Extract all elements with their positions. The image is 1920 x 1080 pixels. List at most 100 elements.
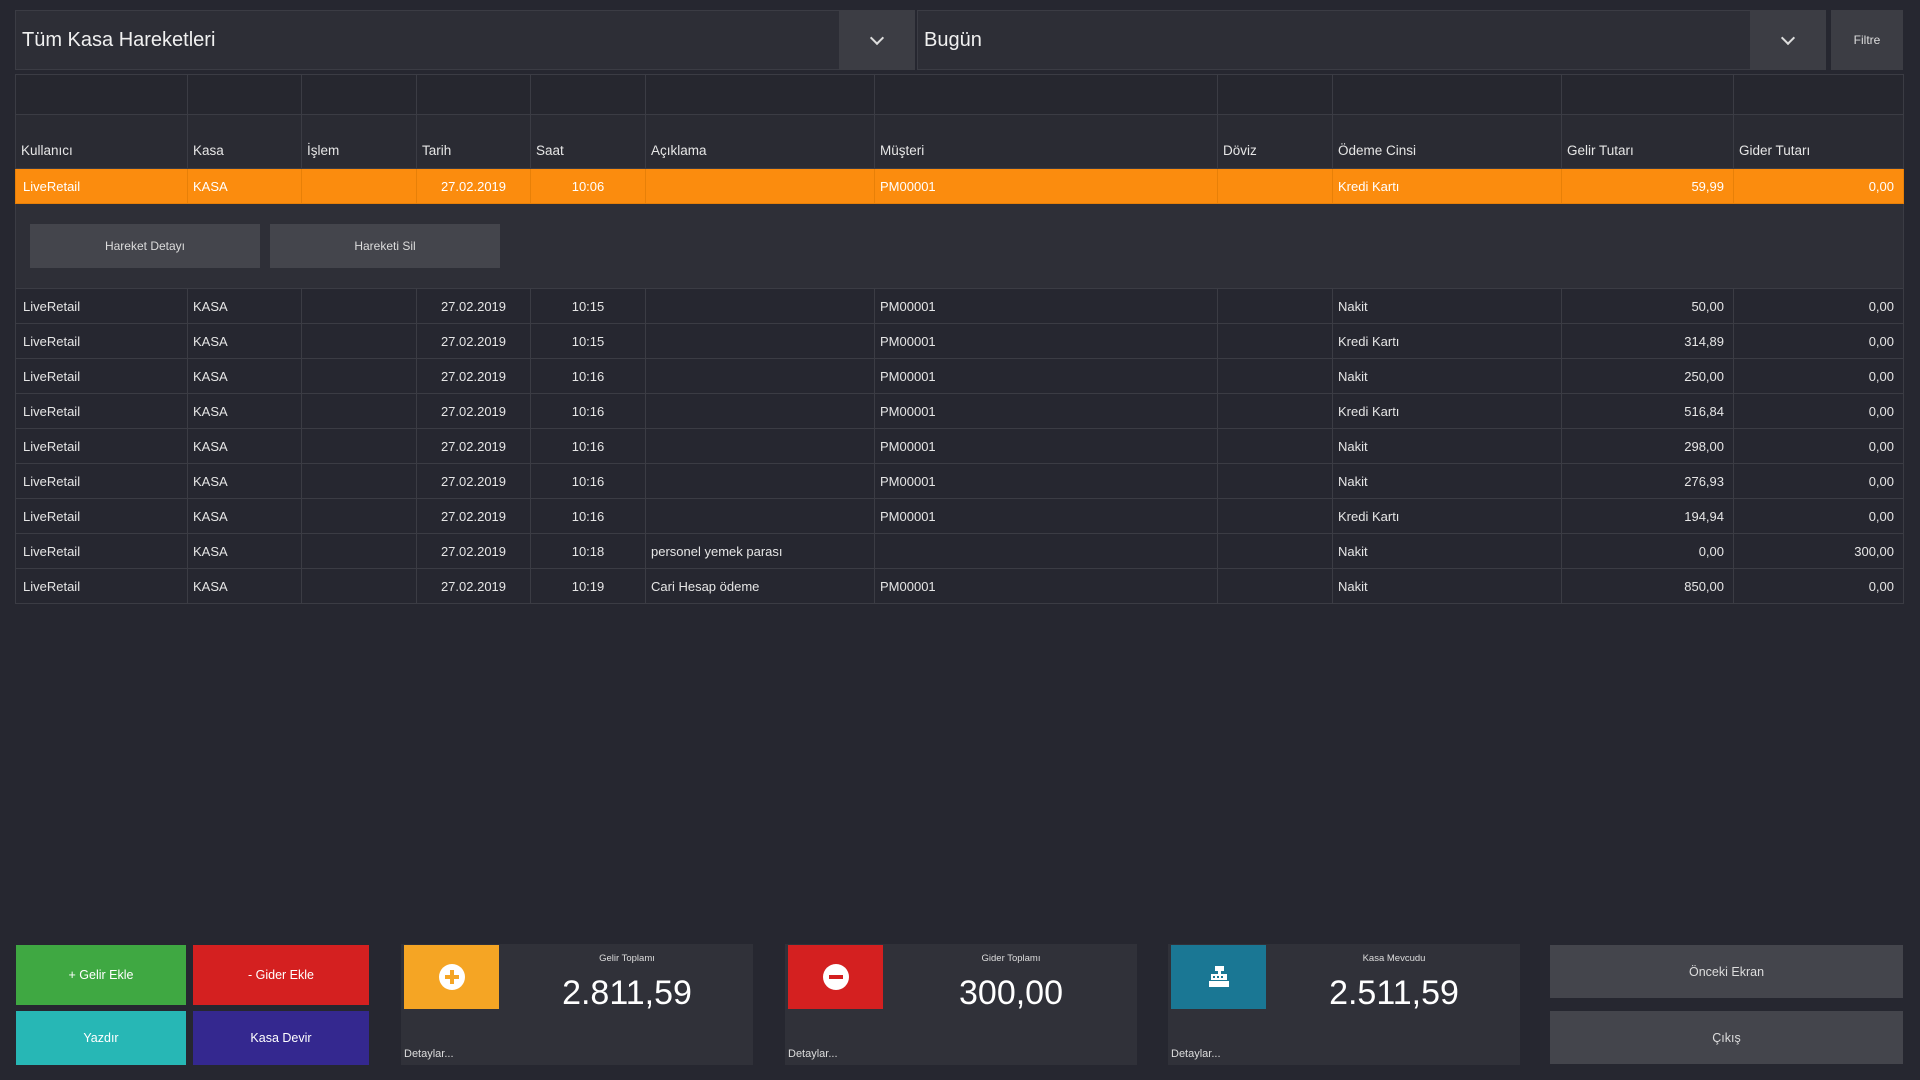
filter-button[interactable]: Filtre <box>1831 10 1903 70</box>
cell-currency <box>1217 533 1333 569</box>
filter-cell[interactable] <box>530 74 646 115</box>
cell-register: KASA <box>187 323 302 359</box>
cell-expense: 0,00 <box>1733 168 1904 204</box>
cell-operation <box>301 288 417 324</box>
cell-user: LiveRetail <box>15 393 188 429</box>
cell-customer <box>874 533 1218 569</box>
cell-expense: 0,00 <box>1733 463 1904 499</box>
filter-cell[interactable] <box>187 74 302 115</box>
cell-date: 27.02.2019 <box>416 393 531 429</box>
cell-payment-type: Nakit <box>1332 533 1562 569</box>
cell-time: 10:16 <box>530 498 646 534</box>
table-row-selected[interactable]: LiveRetail KASA 27.02.2019 10:06 PM00001 Kred… <box>15 168 1904 204</box>
movement-type-select[interactable]: Tüm Kasa Hareketleri <box>15 10 915 70</box>
cell-currency <box>1217 568 1333 604</box>
cell-payment-type: Kredi Kartı <box>1332 393 1562 429</box>
cell-customer: PM00001 <box>874 428 1218 464</box>
balance-details-link[interactable]: Detaylar... <box>1171 1048 1221 1060</box>
table-row[interactable]: LiveRetail KASA 27.02.2019 10:16 PM00001 Naki… <box>15 463 1904 499</box>
column-header-description[interactable]: Açıklama <box>645 114 875 169</box>
cell-customer: PM00001 <box>874 568 1218 604</box>
column-header-time[interactable]: Saat <box>530 114 646 169</box>
column-header-operation[interactable]: İşlem <box>301 114 417 169</box>
movement-type-dropdown-button[interactable] <box>839 10 915 70</box>
column-header-currency[interactable]: Döviz <box>1217 114 1333 169</box>
cell-date: 27.02.2019 <box>416 168 531 204</box>
table-row[interactable]: LiveRetail KASA 27.02.2019 10:16 PM00001 Kred… <box>15 393 1904 429</box>
previous-screen-button[interactable]: Önceki Ekran <box>1550 945 1903 998</box>
filter-cell[interactable] <box>1733 74 1904 115</box>
column-filter-row <box>15 74 1904 115</box>
cell-description <box>645 323 875 359</box>
cell-date: 27.02.2019 <box>416 288 531 324</box>
cell-time: 10:16 <box>530 463 646 499</box>
column-header-customer[interactable]: Müşteri <box>874 114 1218 169</box>
add-income-button[interactable]: + Gelir Ekle <box>16 945 186 1005</box>
cell-operation <box>301 498 417 534</box>
exit-button[interactable]: Çıkış <box>1550 1011 1903 1064</box>
period-select[interactable]: Bugün <box>917 10 1826 70</box>
column-header-income[interactable]: Gelir Tutarı <box>1561 114 1734 169</box>
period-value: Bugün <box>924 29 982 51</box>
cell-time: 10:16 <box>530 428 646 464</box>
movement-detail-button[interactable]: Hareket Detayı <box>30 224 260 268</box>
cell-customer: PM00001 <box>874 323 1218 359</box>
table-row[interactable]: LiveRetail KASA 27.02.2019 10:19 Cari Hesap … <box>15 568 1904 604</box>
movement-type-value: Tüm Kasa Hareketleri <box>22 29 216 51</box>
cell-currency <box>1217 393 1333 429</box>
filter-cell[interactable] <box>416 74 531 115</box>
cell-currency <box>1217 288 1333 324</box>
cell-expense: 0,00 <box>1733 358 1904 394</box>
table-row[interactable]: LiveRetail KASA 27.02.2019 10:15 PM00001 Kred… <box>15 323 1904 359</box>
bottom-panel: + Gelir Ekle - Gider Ekle Yazdır Kasa De… <box>0 944 1920 1074</box>
plus-circle-icon <box>438 964 465 990</box>
cell-income: 314,89 <box>1561 323 1734 359</box>
cell-payment-type: Nakit <box>1332 568 1562 604</box>
cell-currency <box>1217 428 1333 464</box>
filter-bar: Tüm Kasa Hareketleri Bugün Filtre <box>15 10 1903 70</box>
cell-customer: PM00001 <box>874 358 1218 394</box>
cell-payment-type: Nakit <box>1332 358 1562 394</box>
period-dropdown-button[interactable] <box>1750 10 1826 70</box>
expense-total-card: Gider Toplamı 300,00 Detaylar... <box>785 944 1137 1065</box>
cell-payment-type: Kredi Kartı <box>1332 168 1562 204</box>
cell-register: KASA <box>187 393 302 429</box>
column-header-expense[interactable]: Gider Tutarı <box>1733 114 1904 169</box>
filter-cell[interactable] <box>645 74 875 115</box>
cell-register: KASA <box>187 498 302 534</box>
filter-cell[interactable] <box>301 74 417 115</box>
row-detail-cell: Hareket Detayı Hareketi Sil <box>15 203 1904 289</box>
filter-cell[interactable] <box>1217 74 1333 115</box>
print-button[interactable]: Yazdır <box>16 1011 186 1065</box>
cell-income: 850,00 <box>1561 568 1734 604</box>
cell-payment-type: Kredi Kartı <box>1332 323 1562 359</box>
filter-cell[interactable] <box>15 74 188 115</box>
cell-register: KASA <box>187 168 302 204</box>
cell-income: 276,93 <box>1561 463 1734 499</box>
filter-cell[interactable] <box>1561 74 1734 115</box>
transfer-button[interactable]: Kasa Devir <box>193 1011 369 1065</box>
balance-card: Kasa Mevcudu 2.511,59 Detaylar... <box>1168 944 1520 1065</box>
add-expense-button[interactable]: - Gider Ekle <box>193 945 369 1005</box>
column-header-payment-type[interactable]: Ödeme Cinsi <box>1332 114 1562 169</box>
cell-date: 27.02.2019 <box>416 428 531 464</box>
column-header-user[interactable]: Kullanıcı <box>15 114 188 169</box>
cell-expense: 0,00 <box>1733 428 1904 464</box>
column-header-date[interactable]: Tarih <box>416 114 531 169</box>
expense-details-link[interactable]: Detaylar... <box>788 1048 838 1060</box>
table-row[interactable]: LiveRetail KASA 27.02.2019 10:15 PM00001 Naki… <box>15 288 1904 324</box>
cell-date: 27.02.2019 <box>416 498 531 534</box>
table-row[interactable]: LiveRetail KASA 27.02.2019 10:16 PM00001 Naki… <box>15 358 1904 394</box>
table-row[interactable]: LiveRetail KASA 27.02.2019 10:16 PM00001 Naki… <box>15 428 1904 464</box>
table-row[interactable]: LiveRetail KASA 27.02.2019 10:18 personel ye… <box>15 533 1904 569</box>
cell-time: 10:15 <box>530 323 646 359</box>
filter-cell[interactable] <box>874 74 1218 115</box>
expense-total-title: Gider Toplamı <box>981 953 1041 964</box>
column-header-register[interactable]: Kasa <box>187 114 302 169</box>
table-row[interactable]: LiveRetail KASA 27.02.2019 10:16 PM00001 Kred… <box>15 498 1904 534</box>
filter-cell[interactable] <box>1332 74 1562 115</box>
delete-movement-button[interactable]: Hareketi Sil <box>270 224 500 268</box>
income-details-link[interactable]: Detaylar... <box>404 1048 454 1060</box>
cell-register: KASA <box>187 568 302 604</box>
cell-income: 50,00 <box>1561 288 1734 324</box>
